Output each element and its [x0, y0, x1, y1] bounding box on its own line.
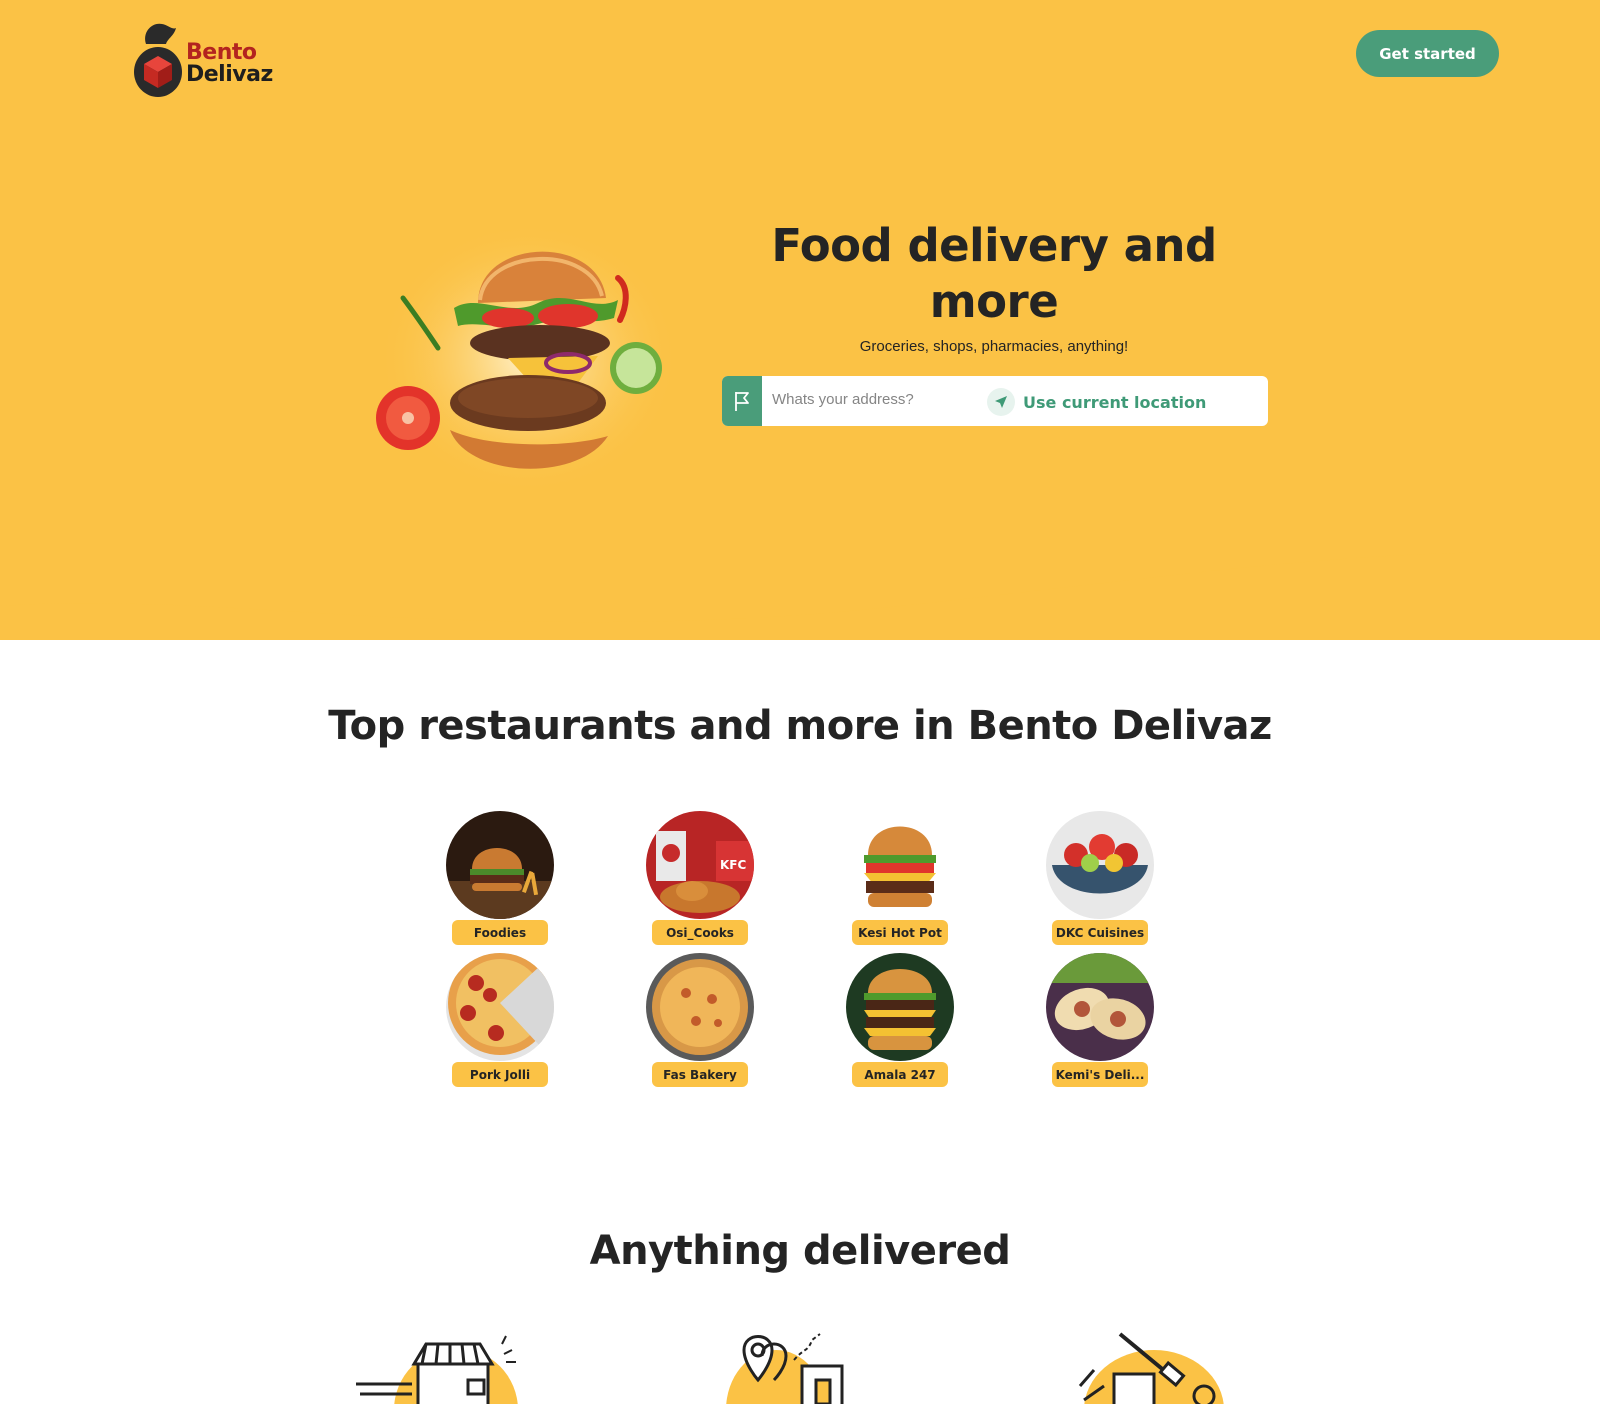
- restaurant-card-osi-cooks[interactable]: KFC Osi_Cooks: [644, 811, 756, 951]
- categories-section-title: Anything delivered: [589, 1228, 1011, 1274]
- restaurant-card-kemis-deli[interactable]: Kemi's Deli...: [1044, 953, 1156, 1093]
- restaurants-section-title: Top restaurants and more in Bento Deliva…: [328, 703, 1272, 749]
- restaurant-image-wraps: [1046, 953, 1154, 1061]
- restaurant-name: Osi_Cooks: [652, 920, 748, 945]
- address-search-bar: Use current location: [722, 376, 1268, 426]
- brand-name-line2: Delivaz: [186, 62, 273, 87]
- flag-icon: [722, 376, 762, 426]
- bento-logo-icon: [134, 23, 182, 97]
- pharmacy-icon: [1078, 1332, 1224, 1404]
- restaurant-image-burger: [446, 811, 554, 919]
- restaurant-name: Pork Jolli: [452, 1062, 548, 1087]
- restaurant-image-chicken: KFC: [646, 811, 754, 919]
- address-input[interactable]: [772, 384, 977, 414]
- restaurant-image-pepperoni-pizza: [446, 953, 554, 1061]
- use-current-location-button[interactable]: Use current location: [987, 388, 1206, 416]
- restaurant-name: DKC Cuisines: [1052, 920, 1148, 945]
- restaurant-name: Kesi Hot Pot: [852, 920, 948, 945]
- restaurant-card-foodies[interactable]: Foodies: [444, 811, 556, 951]
- hero-wave: [0, 540, 1600, 623]
- restaurant-image-cheese-pizza: [646, 953, 754, 1061]
- restaurant-card-dkc-cuisines[interactable]: DKC Cuisines: [1044, 811, 1156, 951]
- hero-title: Food delivery and more: [771, 219, 1217, 328]
- hero-subtitle: Groceries, shops, pharmacies, anything!: [859, 338, 1129, 355]
- restaurant-name: Fas Bakery: [652, 1062, 748, 1087]
- restaurant-name: Amala 247: [852, 1062, 948, 1087]
- restaurant-image-fruit-bowl: [1046, 811, 1154, 919]
- restaurant-card-fas-bakery[interactable]: Fas Bakery: [644, 953, 756, 1093]
- shop-icon: [356, 1335, 518, 1404]
- location-arrow-icon: [987, 388, 1015, 416]
- restaurant-name: Foodies: [452, 920, 548, 945]
- restaurant-card-pork-jolli[interactable]: Pork Jolli: [444, 953, 556, 1093]
- get-started-button[interactable]: Get started: [1356, 30, 1499, 77]
- map-delivery-icon: [726, 1333, 844, 1404]
- restaurant-card-kesi-hot-pot[interactable]: Kesi Hot Pot: [844, 811, 956, 951]
- brand-logo[interactable]: Bento Delivaz: [132, 20, 292, 100]
- restaurant-image-double-burger: [846, 953, 954, 1061]
- use-location-label: Use current location: [1023, 392, 1207, 412]
- restaurant-card-amala-247[interactable]: Amala 247: [844, 953, 956, 1093]
- restaurant-image-cheeseburger: [846, 811, 954, 919]
- brand-wordmark: Bento Delivaz: [186, 42, 273, 86]
- burger-illustration: [376, 223, 678, 493]
- svg-text:KFC: KFC: [720, 858, 746, 872]
- restaurant-name: Kemi's Deli...: [1052, 1062, 1148, 1087]
